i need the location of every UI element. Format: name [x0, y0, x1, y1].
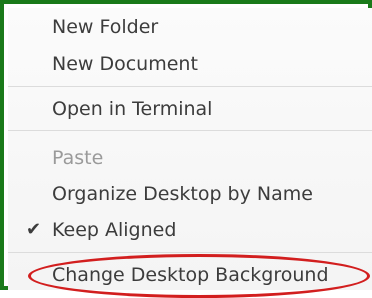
checkmark-icon: ✔ — [26, 219, 42, 240]
menu-item-new-folder[interactable]: New Folder — [8, 12, 372, 42]
screenshot-frame: New Folder New Document Open in Terminal… — [0, 0, 372, 298]
menu-item-change-desktop-background[interactable]: Change Desktop Background — [8, 260, 372, 290]
menu-item-organize-desktop-by-name[interactable]: Organize Desktop by Name — [8, 179, 372, 209]
menu-item-label: Open in Terminal — [52, 98, 213, 120]
menu-separator — [8, 86, 372, 87]
menu-separator — [8, 252, 372, 253]
menu-separator — [8, 130, 372, 131]
menu-item-new-document[interactable]: New Document — [8, 49, 372, 79]
menu-item-label: New Folder — [52, 16, 159, 38]
menu-item-label: Keep Aligned — [52, 219, 177, 241]
menu-item-label: Paste — [52, 147, 104, 169]
menu-item-label: Organize Desktop by Name — [52, 183, 313, 205]
desktop-context-menu: New Folder New Document Open in Terminal… — [8, 8, 372, 290]
menu-item-open-in-terminal[interactable]: Open in Terminal — [8, 94, 372, 124]
menu-item-paste: Paste — [8, 143, 372, 173]
menu-item-keep-aligned[interactable]: ✔ Keep Aligned — [8, 215, 372, 245]
menu-item-label: Change Desktop Background — [52, 264, 329, 286]
menu-item-label: New Document — [52, 53, 198, 75]
